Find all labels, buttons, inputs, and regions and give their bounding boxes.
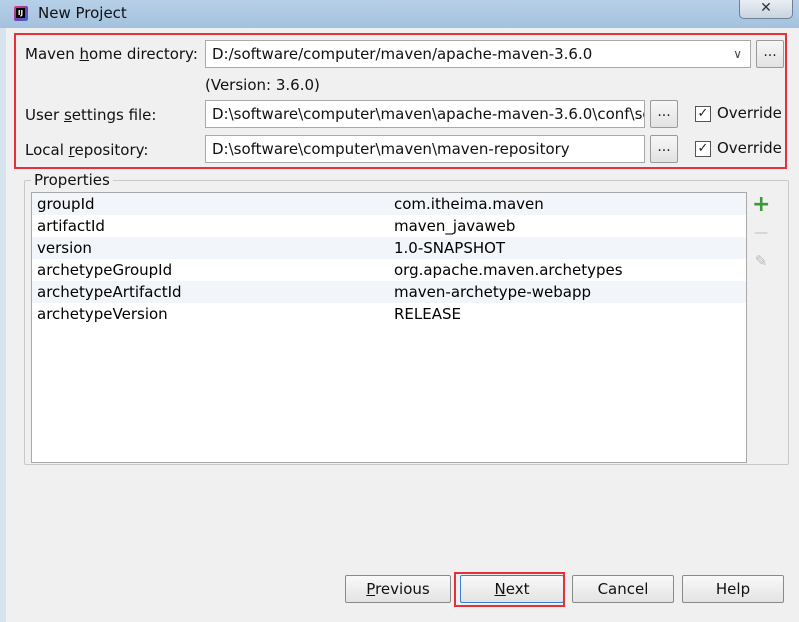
property-value: maven-archetype-webapp xyxy=(394,283,592,301)
next-button[interactable]: Next xyxy=(460,575,564,603)
property-value: RELEASE xyxy=(394,305,461,323)
table-row[interactable]: artifactId maven_javaweb xyxy=(32,215,746,237)
local-repository-browse-button[interactable]: ... xyxy=(650,135,678,163)
close-button[interactable]: ✕ xyxy=(739,0,793,19)
table-row[interactable]: groupId com.itheima.maven xyxy=(32,193,746,215)
property-key: version xyxy=(37,239,92,257)
maven-version-note: (Version: 3.6.0) xyxy=(205,76,320,94)
property-key: archetypeVersion xyxy=(37,305,168,323)
cancel-button[interactable]: Cancel xyxy=(572,575,674,603)
property-value: org.apache.maven.archetypes xyxy=(394,261,623,279)
new-project-window: IJ New Project ✕ Maven home directory: D… xyxy=(0,0,799,622)
property-key: archetypeArtifactId xyxy=(37,283,182,301)
property-value: 1.0-SNAPSHOT xyxy=(394,239,506,257)
properties-table[interactable]: groupId com.itheima.maven artifactId mav… xyxy=(31,192,747,463)
maven-home-label: Maven home directory: xyxy=(25,45,198,63)
maven-home-value: D:/software/computer/maven/apache-maven-… xyxy=(212,45,593,63)
user-settings-label: User settings file: xyxy=(25,106,157,124)
properties-title: Properties xyxy=(31,171,113,189)
table-row[interactable]: archetypeVersion RELEASE xyxy=(32,303,746,325)
remove-property-icon[interactable]: — xyxy=(752,224,770,242)
user-settings-browse-button[interactable]: ... xyxy=(650,100,678,128)
table-row[interactable]: archetypeArtifactId maven-archetype-weba… xyxy=(32,281,746,303)
user-settings-override-checkbox[interactable]: ✓ xyxy=(695,106,711,122)
table-row[interactable]: version 1.0-SNAPSHOT xyxy=(32,237,746,259)
dialog-content: Maven home directory: D:/software/comput… xyxy=(6,28,799,622)
maven-home-combobox[interactable]: D:/software/computer/maven/apache-maven-… xyxy=(205,40,751,68)
close-icon: ✕ xyxy=(760,0,772,16)
user-settings-field[interactable]: D:\software\computer\maven\apache-maven-… xyxy=(205,100,645,128)
maven-home-browse-button[interactable]: ... xyxy=(756,40,784,68)
previous-button[interactable]: Previous xyxy=(345,575,451,603)
chevron-down-icon[interactable]: ∨ xyxy=(733,41,742,67)
local-repository-override-label: Override xyxy=(717,139,782,157)
property-value: maven_javaweb xyxy=(394,217,516,235)
title-bar[interactable]: IJ New Project ✕ xyxy=(0,0,799,28)
local-repository-override-checkbox[interactable]: ✓ xyxy=(695,141,711,157)
property-key: groupId xyxy=(37,195,95,213)
property-key: artifactId xyxy=(37,217,105,235)
add-property-icon[interactable]: + xyxy=(752,194,770,216)
property-key: archetypeGroupId xyxy=(37,261,173,279)
local-repository-field[interactable]: D:\software\computer\maven\maven-reposit… xyxy=(205,135,645,163)
help-button[interactable]: Help xyxy=(682,575,784,603)
local-repository-label: Local repository: xyxy=(25,141,149,159)
table-row[interactable]: archetypeGroupId org.apache.maven.archet… xyxy=(32,259,746,281)
user-settings-override-label: Override xyxy=(717,104,782,122)
edit-property-icon[interactable]: ✎ xyxy=(752,252,770,270)
property-value: com.itheima.maven xyxy=(394,195,544,213)
window-title: New Project xyxy=(38,4,127,22)
intellij-icon: IJ xyxy=(14,6,28,21)
